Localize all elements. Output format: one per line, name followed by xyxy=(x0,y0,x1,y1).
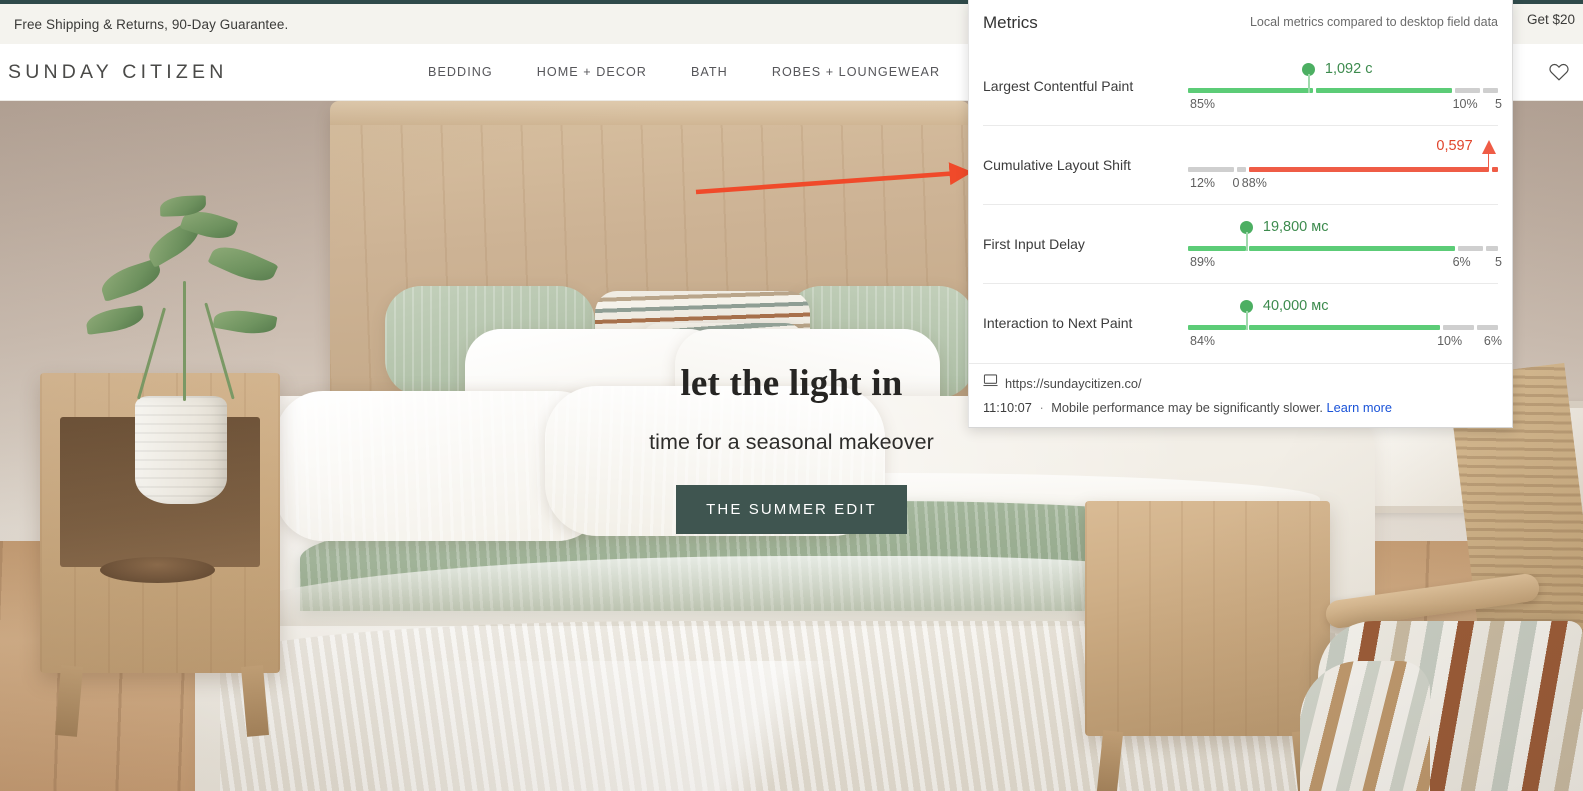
metrics-timestamp: 11:10:07 xyxy=(983,400,1032,415)
distribution-percent-label: 6% xyxy=(1483,334,1502,348)
distribution-segment xyxy=(1188,87,1313,93)
distribution-segment xyxy=(1315,87,1453,93)
metrics-panel-subtitle: Local metrics compared to desktop field … xyxy=(1249,15,1498,29)
metric-value: 0,597 xyxy=(1436,138,1473,154)
metric-distribution-bar xyxy=(1188,87,1499,93)
distribution-segment xyxy=(1482,87,1499,93)
metrics-panel-header: Metrics Local metrics compared to deskto… xyxy=(969,0,1512,46)
marker-stem xyxy=(1487,153,1490,171)
distribution-segment xyxy=(1458,246,1483,251)
metric-gauge: 12% 0 88% 0,597 xyxy=(1188,136,1498,194)
triangle-up-icon xyxy=(1481,140,1496,154)
metric-percent-labels: 84% 10% 6% xyxy=(1188,334,1502,350)
nav-item-bath[interactable]: BATH xyxy=(691,65,728,79)
distribution-percent-label: 84% xyxy=(1190,334,1216,348)
metric-value: 40,000 мс xyxy=(1262,298,1329,314)
metrics-panel-title: Metrics xyxy=(983,13,1038,32)
metric-row[interactable]: Cumulative Layout Shift 12% 0 88% 0,597 xyxy=(983,125,1498,204)
distribution-segment xyxy=(1248,167,1489,172)
performance-metrics-panel: Metrics Local metrics compared to deskto… xyxy=(968,0,1513,428)
marker-stem xyxy=(1308,73,1310,93)
distribution-percent-label: 5 xyxy=(1495,96,1502,111)
distribution-segment xyxy=(1249,325,1440,330)
header-icon-group xyxy=(1545,58,1573,86)
metric-gauge: 84% 10% 6% 40,000 мс xyxy=(1188,294,1502,352)
distribution-segment xyxy=(1249,246,1456,251)
marker-stem xyxy=(1246,311,1248,330)
nav-item-home-decor[interactable]: HOME + DECOR xyxy=(537,65,647,79)
distribution-percent-label: 0 xyxy=(1232,176,1240,190)
metric-row[interactable]: Largest Contentful Paint 85% 10% 5 1,092 c xyxy=(983,46,1502,125)
metric-distribution-bar xyxy=(1188,325,1498,330)
metric-row[interactable]: First Input Delay 89% 6% 5 19,800 мс xyxy=(983,204,1502,283)
marker-stem xyxy=(1246,232,1248,251)
distribution-percent-label: 6% xyxy=(1452,255,1471,269)
hero-throw-blanket-fold xyxy=(1300,661,1430,791)
distribution-percent-label: 5 xyxy=(1495,255,1502,269)
hero-headboard-top-edge xyxy=(330,101,970,125)
metrics-panel-footer: https://sundaycitizen.co/ 11:10:07 · Mob… xyxy=(969,363,1512,427)
distribution-percent-label: 85% xyxy=(1190,96,1216,111)
distribution-segment xyxy=(1442,325,1474,330)
metrics-mobile-note: Mobile performance may be significantly … xyxy=(1051,400,1323,415)
distribution-percent-label: 88% xyxy=(1241,176,1267,190)
metric-row[interactable]: Interaction to Next Paint 84% 10% 6% 40,000 … xyxy=(983,283,1502,362)
metrics-separator: · xyxy=(1039,400,1044,415)
distribution-percent-label: 10% xyxy=(1437,334,1463,348)
screenshot-root: Free Shipping & Returns, 90-Day Guarante… xyxy=(0,0,1583,791)
metric-value: 1,092 c xyxy=(1324,60,1373,77)
learn-more-link[interactable]: Learn more xyxy=(1327,400,1392,415)
metrics-note-row: 11:10:07 · Mobile performance may be sig… xyxy=(983,400,1498,415)
hero-cta-button[interactable]: THE SUMMER EDIT xyxy=(676,484,907,534)
nav-item-robes-loungewear[interactable]: ROBES + LOUNGEWEAR xyxy=(772,65,940,79)
distribution-segment xyxy=(1188,325,1247,330)
metric-label: Largest Contentful Paint xyxy=(983,77,1134,94)
metric-label: First Input Delay xyxy=(983,236,1085,252)
hero-decorative-bowl xyxy=(100,557,215,583)
announcement-promo-text[interactable]: Get $20 xyxy=(1527,12,1575,27)
metric-label: Cumulative Layout Shift xyxy=(983,157,1131,173)
metric-distribution-bar xyxy=(1188,167,1498,172)
hero-plant-stem-main xyxy=(183,281,186,401)
metric-percent-labels: 12% 0 88% xyxy=(1188,176,1498,192)
distribution-segment xyxy=(1236,167,1246,172)
metric-label: Interaction to Next Paint xyxy=(983,315,1133,331)
distribution-segment xyxy=(1188,167,1234,172)
distribution-percent-label: 89% xyxy=(1190,255,1216,269)
hero-duvet-highlight xyxy=(380,661,1140,791)
distribution-segment xyxy=(1491,167,1498,172)
distribution-percent-label: 12% xyxy=(1190,176,1216,190)
metric-gauge: 85% 10% 5 1,092 c xyxy=(1188,57,1502,115)
desktop-monitor-icon xyxy=(983,374,998,392)
metrics-url-row: https://sundaycitizen.co/ xyxy=(983,374,1498,392)
nav-item-bedding[interactable]: BEDDING xyxy=(428,65,493,79)
distribution-segment xyxy=(1188,246,1247,251)
distribution-segment xyxy=(1485,246,1499,251)
hero-dresser xyxy=(1085,501,1330,736)
metric-percent-labels: 85% 10% 5 xyxy=(1188,96,1502,113)
metric-distribution-bar xyxy=(1188,246,1499,251)
brand-logo[interactable]: SUNDAY CITIZEN xyxy=(8,61,228,84)
distribution-segment xyxy=(1455,87,1480,93)
heart-icon[interactable] xyxy=(1545,58,1573,86)
metric-value: 19,800 мс xyxy=(1262,219,1329,235)
metric-gauge: 89% 6% 5 19,800 мс xyxy=(1188,215,1502,273)
announcement-text: Free Shipping & Returns, 90-Day Guarante… xyxy=(14,16,289,32)
metrics-list: Largest Contentful Paint 85% 10% 5 1,092 c Cu… xyxy=(969,46,1512,362)
distribution-percent-label: 10% xyxy=(1452,96,1478,111)
metric-percent-labels: 89% 6% 5 xyxy=(1188,255,1502,271)
distribution-segment xyxy=(1476,325,1498,330)
main-navigation: BEDDING HOME + DECOR BATH ROBES + LOUNGE… xyxy=(428,65,1061,79)
metrics-page-url[interactable]: https://sundaycitizen.co/ xyxy=(1005,376,1142,391)
